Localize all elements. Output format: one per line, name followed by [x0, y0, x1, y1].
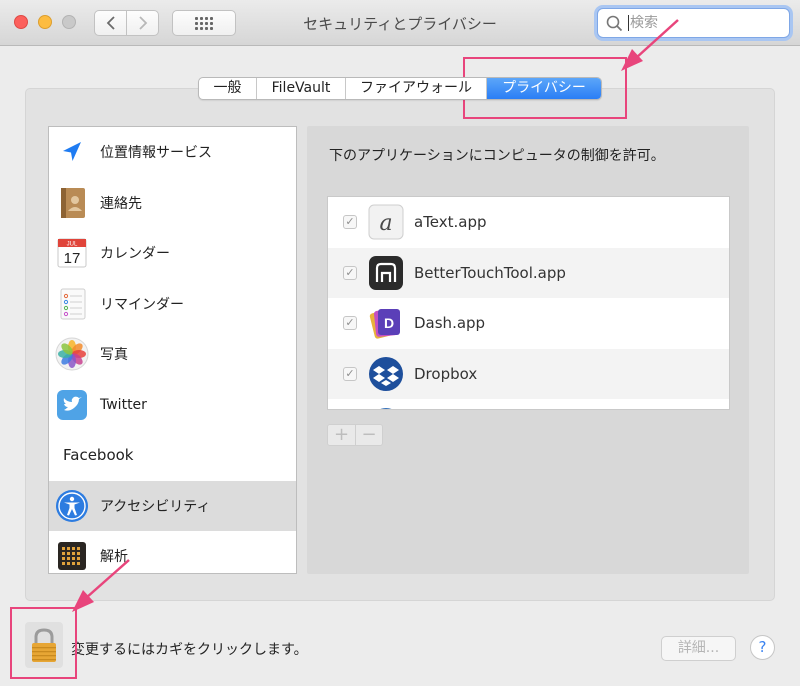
sidebar-item-label: 位置情報サービス [100, 145, 212, 162]
close-button[interactable] [14, 15, 28, 29]
title-bar: セキュリティとプライバシー 検索 [0, 0, 800, 46]
sidebar-item-accessibility[interactable]: アクセシビリティ [49, 480, 296, 531]
tab-bar: 一般 FileVault ファイアウォール プライバシー [198, 77, 602, 100]
list-item[interactable] [328, 399, 729, 409]
app-checkbox[interactable]: ✓ [343, 316, 357, 331]
dash-icon: D [368, 305, 404, 341]
list-item[interactable]: ✓ D Dash.app [328, 298, 729, 349]
svg-text:a: a [379, 211, 392, 236]
app-name: aText.app [414, 213, 487, 232]
chevron-right-icon [138, 16, 147, 30]
sidebar-item-label: リマインダー [100, 296, 184, 313]
add-remove-control: + − [327, 424, 383, 446]
sidebar-item-label: Twitter [100, 396, 147, 413]
list-item[interactable]: ✓ BetterTouchTool.app [328, 247, 729, 298]
bettertouchtool-icon [368, 255, 404, 291]
reminders-icon [55, 287, 89, 321]
sidebar-item-reminders[interactable]: リマインダー [49, 279, 296, 330]
sidebar-item-label: 連絡先 [100, 195, 142, 212]
app-icon [368, 406, 404, 409]
sidebar-item-twitter[interactable]: Twitter [49, 380, 296, 431]
sidebar-item-location[interactable]: 位置情報サービス [49, 127, 296, 178]
svg-text:JUL: JUL [67, 242, 78, 248]
analytics-icon [55, 539, 89, 573]
grid-icon [195, 16, 213, 30]
sidebar-item-contacts[interactable]: 連絡先 [49, 178, 296, 229]
tab-privacy[interactable]: プライバシー [487, 78, 601, 99]
svg-text:17: 17 [64, 250, 81, 267]
location-arrow-icon [55, 135, 89, 169]
search-field[interactable]: 検索 [597, 8, 790, 38]
sidebar-item-label: カレンダー [100, 246, 170, 263]
sidebar-item-facebook[interactable]: Facebook [49, 430, 296, 481]
tab-filevault[interactable]: FileVault [257, 78, 346, 99]
minimize-button[interactable] [38, 15, 52, 29]
search-icon [606, 15, 623, 32]
chevron-left-icon [106, 16, 115, 30]
contacts-book-icon [55, 186, 89, 220]
sidebar-item-photos[interactable]: 写真 [49, 329, 296, 380]
window-title: セキュリティとプライバシー [303, 15, 497, 33]
sidebar-item-label: 写真 [100, 347, 128, 364]
zoom-button[interactable] [62, 15, 76, 29]
app-checkbox[interactable]: ✓ [343, 366, 357, 381]
show-all-button[interactable] [172, 10, 236, 36]
app-name: BetterTouchTool.app [414, 263, 566, 282]
accessibility-description: 下のアプリケーションにコンピュータの制御を許可。 [329, 148, 665, 164]
back-button[interactable] [94, 10, 127, 36]
lock-instruction: 変更するにはカギをクリックします。 [71, 642, 308, 658]
sidebar-item-analytics[interactable]: 解析 [49, 531, 296, 573]
tab-general[interactable]: 一般 [199, 78, 257, 99]
sidebar-item-label: アクセシビリティ [100, 498, 211, 515]
sidebar-item-calendar[interactable]: JUL 17 カレンダー [49, 228, 296, 279]
help-button[interactable]: ? [750, 635, 775, 660]
twitter-icon [55, 388, 89, 422]
app-name: Dash.app [414, 314, 486, 333]
sidebar-item-label: Facebook [63, 446, 134, 465]
add-app-button[interactable]: + [328, 425, 355, 445]
forward-button[interactable] [126, 10, 159, 36]
highlight-lock [10, 607, 77, 679]
list-item[interactable]: ✓ a aText.app [328, 197, 729, 248]
list-item[interactable]: ✓ Dropbox [328, 348, 729, 399]
search-placeholder: 検索 [628, 15, 658, 31]
privacy-category-list: 位置情報サービス 連絡先 JUL 17 カレンダー リマインダー 写真 Twit… [48, 126, 297, 574]
calendar-icon: JUL 17 [55, 236, 89, 270]
photos-icon [55, 337, 89, 371]
remove-app-button[interactable]: − [355, 425, 382, 445]
svg-text:D: D [384, 315, 394, 331]
accessibility-icon [55, 489, 89, 523]
atext-icon: a [368, 204, 404, 240]
app-checkbox[interactable]: ✓ [343, 265, 357, 280]
tab-firewall[interactable]: ファイアウォール [346, 78, 487, 99]
details-button[interactable]: 詳細... [661, 636, 736, 661]
app-name: Dropbox [414, 364, 478, 383]
sidebar-item-label: 解析 [100, 549, 128, 566]
dropbox-icon [368, 356, 404, 392]
app-list: ✓ a aText.app ✓ BetterTouchTool.app ✓ D … [327, 196, 730, 410]
app-checkbox[interactable]: ✓ [343, 215, 357, 230]
